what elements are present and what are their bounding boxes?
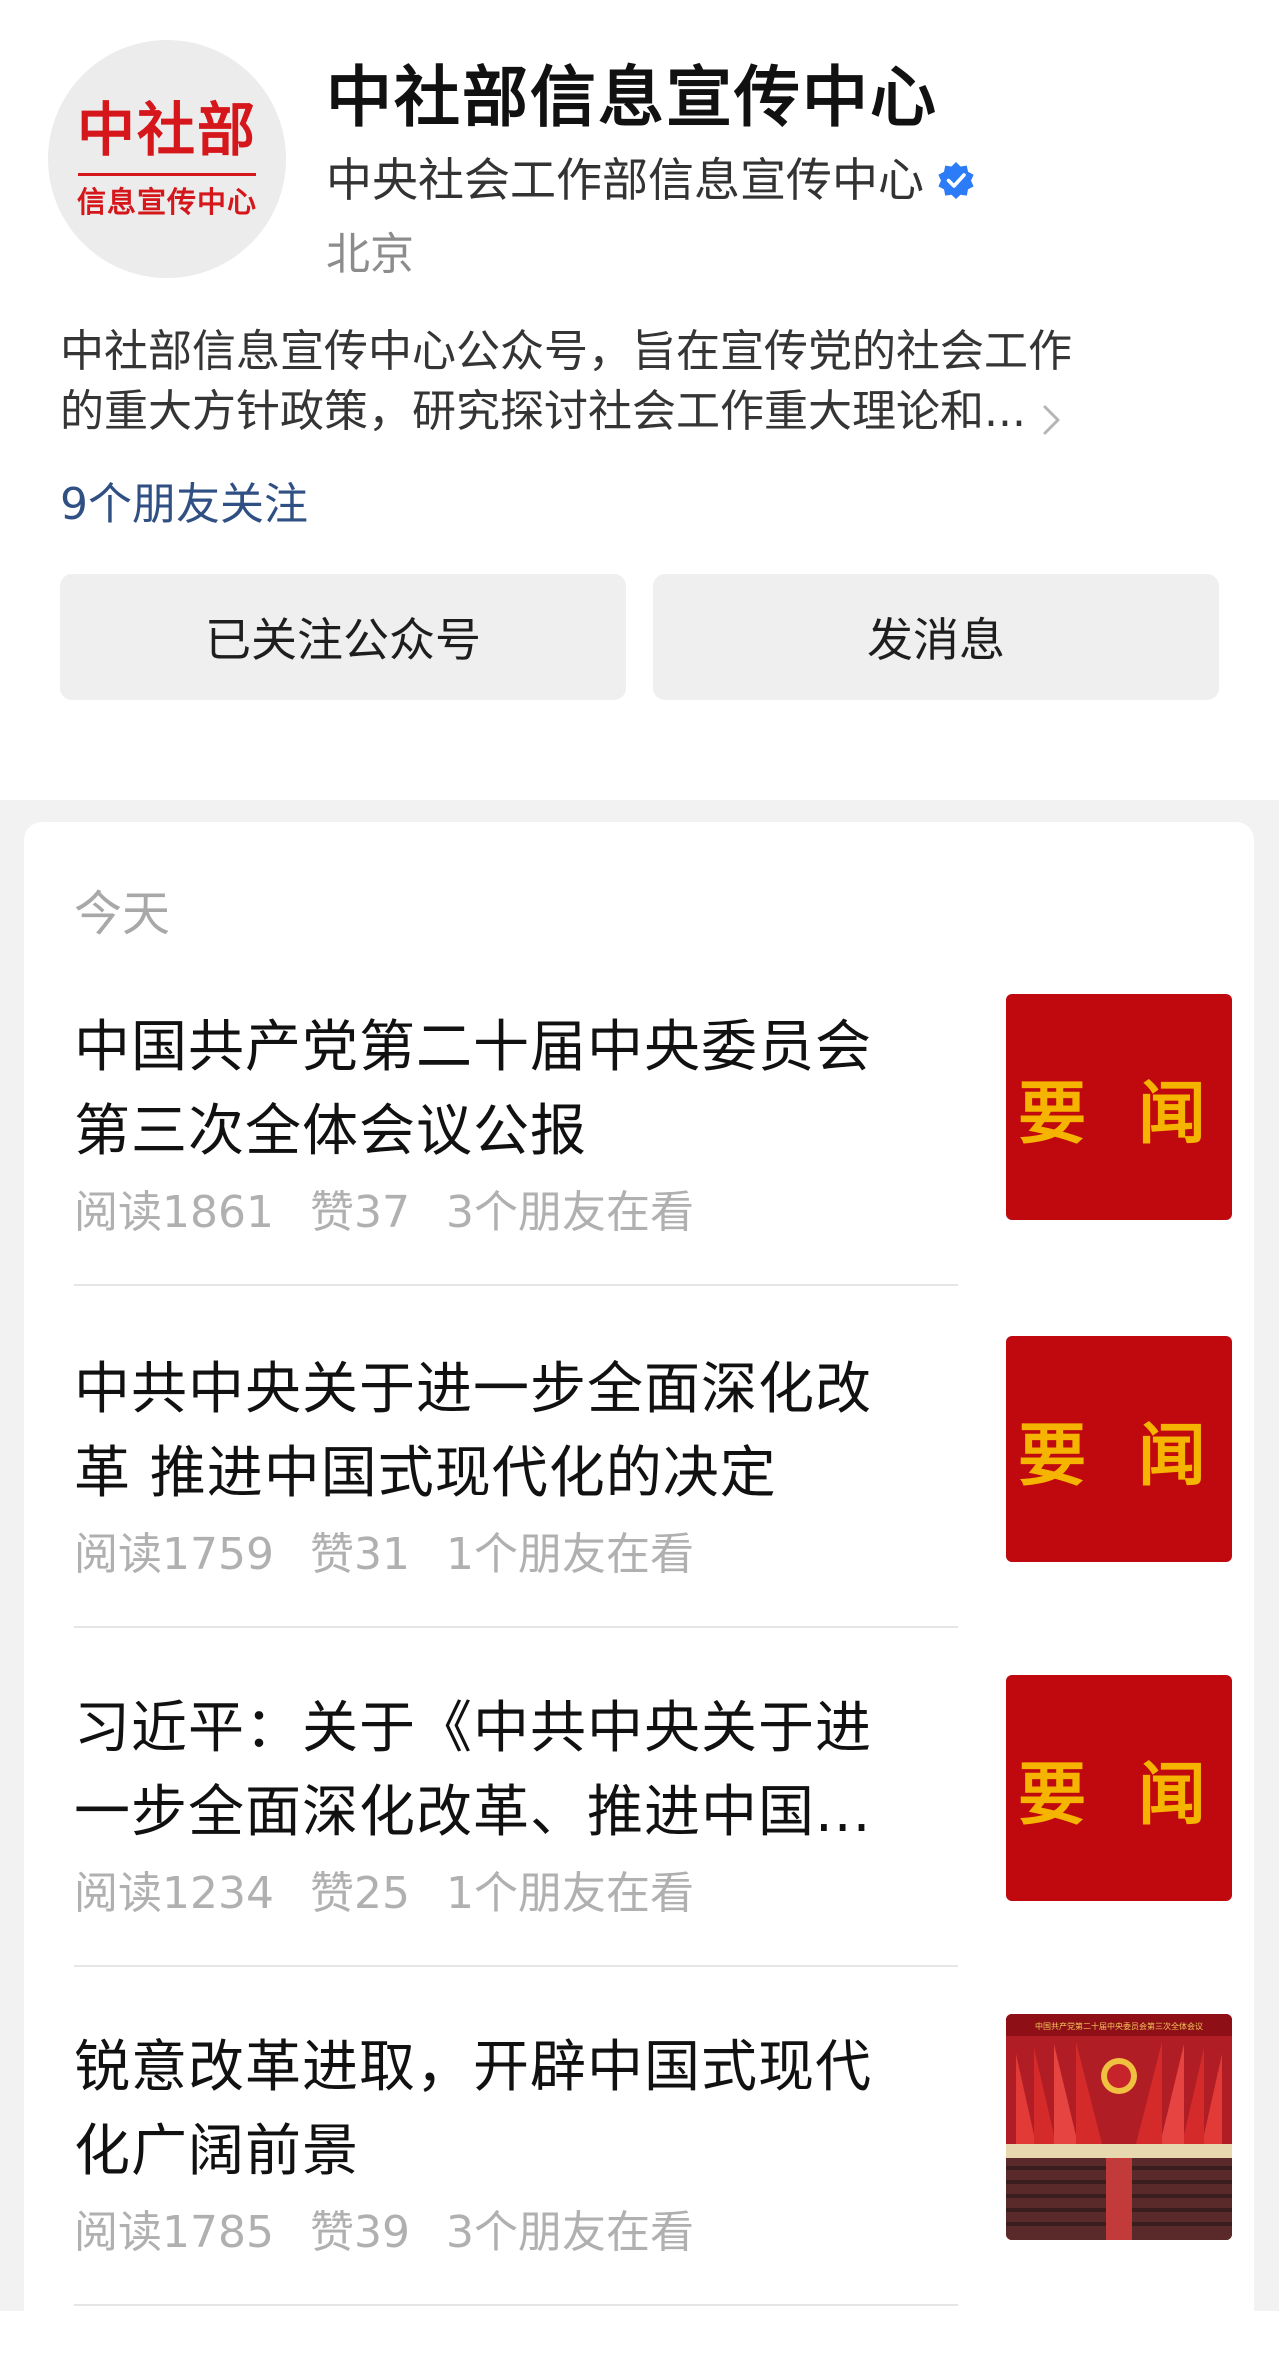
article-title-line-1: 中国共产党第二十届中央委员会 [74, 1015, 872, 1080]
account-full-name: 中央社会工作部信息宣传中心 [326, 153, 924, 207]
article-stats: 阅读1785 赞39 3个朋友在看 [74, 2196, 716, 2260]
date-label: 今天 [74, 886, 171, 942]
avatar-sub-text: 信息宣传中心 [76, 185, 257, 219]
thumbnail-text: 要 闻 [1018, 1073, 1220, 1154]
photo-caption: 中国共产党第二十届中央委员会第三次全体会议 [1035, 2021, 1203, 2031]
article-title: 中国共产党第二十届中央委员会 第三次全体会议公报 [74, 1006, 954, 1174]
send-message-button[interactable]: 发消息 [653, 574, 1219, 700]
account-location: 北京 [326, 229, 414, 280]
article-thumbnail: 要 闻 [1006, 994, 1232, 1220]
article-thumbnail: 要 闻 [1006, 1675, 1232, 1901]
article-title: 习近平：关于《中共中央关于进 一步全面深化改革、推进中国... [74, 1687, 954, 1855]
divider [74, 1626, 958, 1628]
plenary-session-photo: 中国共产党第二十届中央委员会第三次全体会议 [1006, 2014, 1232, 2240]
article-title-line-2: 第三次全体会议公报 [74, 1099, 587, 1164]
avatar[interactable]: 中社部 信息宣传中心 [48, 40, 286, 278]
description-line-1: 中社部信息宣传中心公众号，旨在宣传党的社会工作 [60, 326, 1072, 377]
friends-reading: 3个朋友在看 [445, 1187, 694, 1238]
article-thumbnail: 要 闻 [1006, 1336, 1232, 1562]
friends-reading: 1个朋友在看 [445, 1868, 694, 1919]
verified-icon[interactable] [936, 157, 976, 199]
article-title-line-2: 一步全面深化改革、推进中国... [74, 1780, 872, 1845]
account-name: 中社部信息宣传中心 [326, 59, 938, 136]
article-title-line-1: 习近平：关于《中共中央关于进 [74, 1696, 872, 1761]
friends-follow-link[interactable]: 9个朋友关注 [60, 468, 308, 532]
chevron-right-icon[interactable] [1040, 394, 1064, 435]
like-count: 赞25 [309, 1868, 410, 1919]
divider [74, 1284, 958, 1286]
article-title-line-2: 化广阔前景 [74, 2119, 359, 2184]
article-stats: 阅读1861 赞37 3个朋友在看 [74, 1176, 716, 1240]
like-count: 赞37 [309, 1187, 410, 1238]
article-item[interactable]: 中共中央关于进一步全面深化改 革 推进中国式现代化的决定 阅读1759 赞31 … [74, 1336, 1234, 1676]
article-feed: 今天 中国共产党第二十届中央委员会 第三次全体会议公报 阅读1861 赞37 3… [24, 822, 1254, 2311]
avatar-main-text: 中社部 [76, 96, 257, 164]
article-title-line-1: 锐意改革进取，开辟中国式现代 [74, 2035, 872, 2100]
article-title-line-2: 革 推进中国式现代化的决定 [74, 1441, 777, 1506]
article-title: 锐意改革进取，开辟中国式现代 化广阔前景 [74, 2026, 954, 2194]
thumbnail-text: 要 闻 [1018, 1415, 1220, 1496]
article-item[interactable]: 习近平：关于《中共中央关于进 一步全面深化改革、推进中国... 阅读1234 赞… [74, 1675, 1234, 2015]
read-count: 阅读1861 [74, 1187, 274, 1238]
avatar-divider [78, 173, 256, 176]
read-count: 阅读1759 [74, 1529, 274, 1580]
thumbnail-text: 要 闻 [1018, 1754, 1220, 1835]
like-count: 赞31 [309, 1529, 410, 1580]
read-count: 阅读1785 [74, 2207, 274, 2258]
like-count: 赞39 [309, 2207, 410, 2258]
account-full-name-row: 中央社会工作部信息宣传中心 [326, 144, 976, 210]
article-thumbnail-photo: 中国共产党第二十届中央委员会第三次全体会议 [1006, 2014, 1232, 2240]
read-count: 阅读1234 [74, 1868, 274, 1919]
description-line-2-row: 的重大方针政策，研究探讨社会工作重大理论和... [60, 382, 1210, 442]
article-stats: 阅读1234 赞25 1个朋友在看 [74, 1857, 716, 1921]
description-line-2: 的重大方针政策，研究探讨社会工作重大理论和... [60, 386, 1026, 437]
account-profile: 中社部 信息宣传中心 中社部信息宣传中心 中央社会工作部信息宣传中心 北京 中社… [0, 0, 1279, 800]
friends-reading: 1个朋友在看 [445, 1529, 694, 1580]
divider [74, 2304, 958, 2306]
friends-reading: 3个朋友在看 [445, 2207, 694, 2258]
article-title: 中共中央关于进一步全面深化改 革 推进中国式现代化的决定 [74, 1348, 954, 1516]
article-title-line-1: 中共中央关于进一步全面深化改 [74, 1357, 872, 1422]
article-stats: 阅读1759 赞31 1个朋友在看 [74, 1518, 716, 1582]
article-item[interactable]: 锐意改革进取，开辟中国式现代 化广阔前景 阅读1785 赞39 3个朋友在看 中… [74, 2014, 1234, 2354]
divider [74, 1965, 958, 1967]
article-item[interactable]: 中国共产党第二十届中央委员会 第三次全体会议公报 阅读1861 赞37 3个朋友… [74, 994, 1234, 1334]
account-description[interactable]: 中社部信息宣传中心公众号，旨在宣传党的社会工作 的重大方针政策，研究探讨社会工作… [60, 322, 1210, 442]
followed-account-button[interactable]: 已关注公众号 [60, 574, 626, 700]
